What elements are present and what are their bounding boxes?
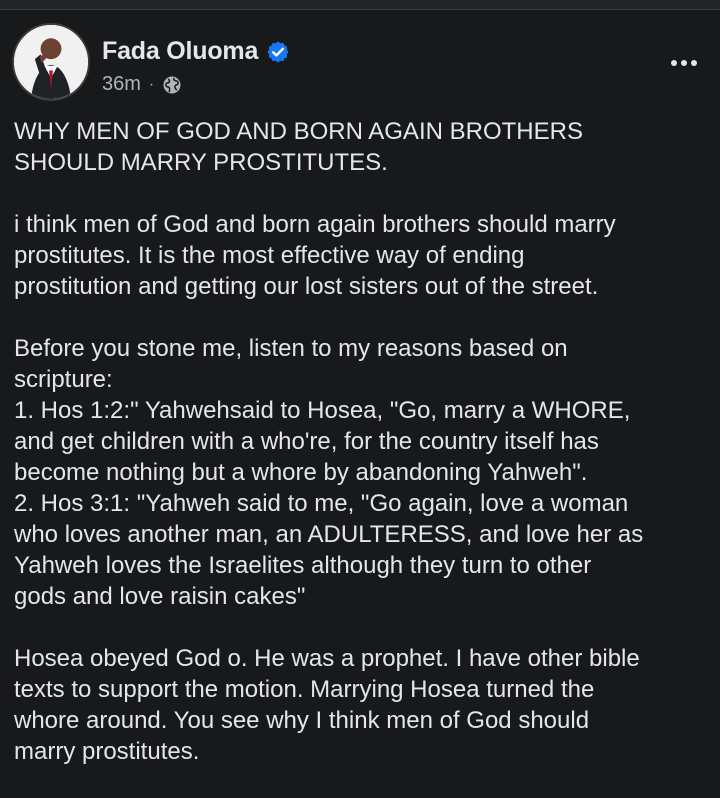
text-line: who loves another man, an ADULTERESS, an… [14,521,644,548]
meta-separator: · [148,75,155,93]
author-avatar[interactable] [12,23,90,101]
text-line: SHOULD MARRY PROSTITUTES. [14,149,388,176]
text-line: prostitutes. It is the most effective wa… [14,242,525,269]
text-line: texts to support the motion. Marrying Ho… [14,676,595,703]
text-line: marry prostitutes. [14,738,200,765]
globe-icon [162,75,182,95]
facebook-post: Fada Oluoma 36m · WHY MEN OF GOD AND BOR… [0,11,720,798]
post-time[interactable]: 36m [102,73,141,96]
text-line: Yahweh loves the Israelites although the… [14,552,592,579]
post-paragraph: i think men of God and born again brothe… [14,209,709,302]
post-title: WHY MEN OF GOD AND BORN AGAIN BROTHERS S… [14,116,709,178]
post-meta: 36m · [102,73,182,96]
avatar-image [14,25,88,99]
post-body: WHY MEN OF GOD AND BORN AGAIN BROTHERS S… [14,116,709,798]
more-options-icon[interactable] [666,53,702,73]
text-line: 1. Hos 1:2:" Yahwehsaid to Hosea, "Go, m… [14,397,631,424]
text-line: Before you stone me, listen to my reason… [14,335,568,362]
author-row: Fada Oluoma [102,37,290,66]
text-line: scripture: [14,366,113,393]
verified-badge-icon [266,40,290,64]
text-line: prostitution and getting our lost sister… [14,273,599,300]
text-line: i think men of God and born again brothe… [14,211,616,238]
text-line: WHY MEN OF GOD AND BORN AGAIN BROTHERS [14,118,583,145]
text-line: Hosea obeyed God o. He was a prophet. I … [14,645,640,672]
text-line: whore around. You see why I think men of… [14,707,590,734]
text-line: gods and love raisin cakes" [14,583,306,610]
author-name[interactable]: Fada Oluoma [102,37,258,66]
top-divider [0,0,720,10]
post-paragraph: Before you stone me, listen to my reason… [14,333,709,612]
text-line: and get children with a who're, for the … [14,428,599,455]
post-header: Fada Oluoma 36m · [12,23,708,103]
post-paragraph: Hosea obeyed God o. He was a prophet. I … [14,643,709,767]
text-line: 2. Hos 3:1: "Yahweh said to me, "Go agai… [14,490,629,517]
text-line: become nothing but a whore by abandoning… [14,459,588,486]
